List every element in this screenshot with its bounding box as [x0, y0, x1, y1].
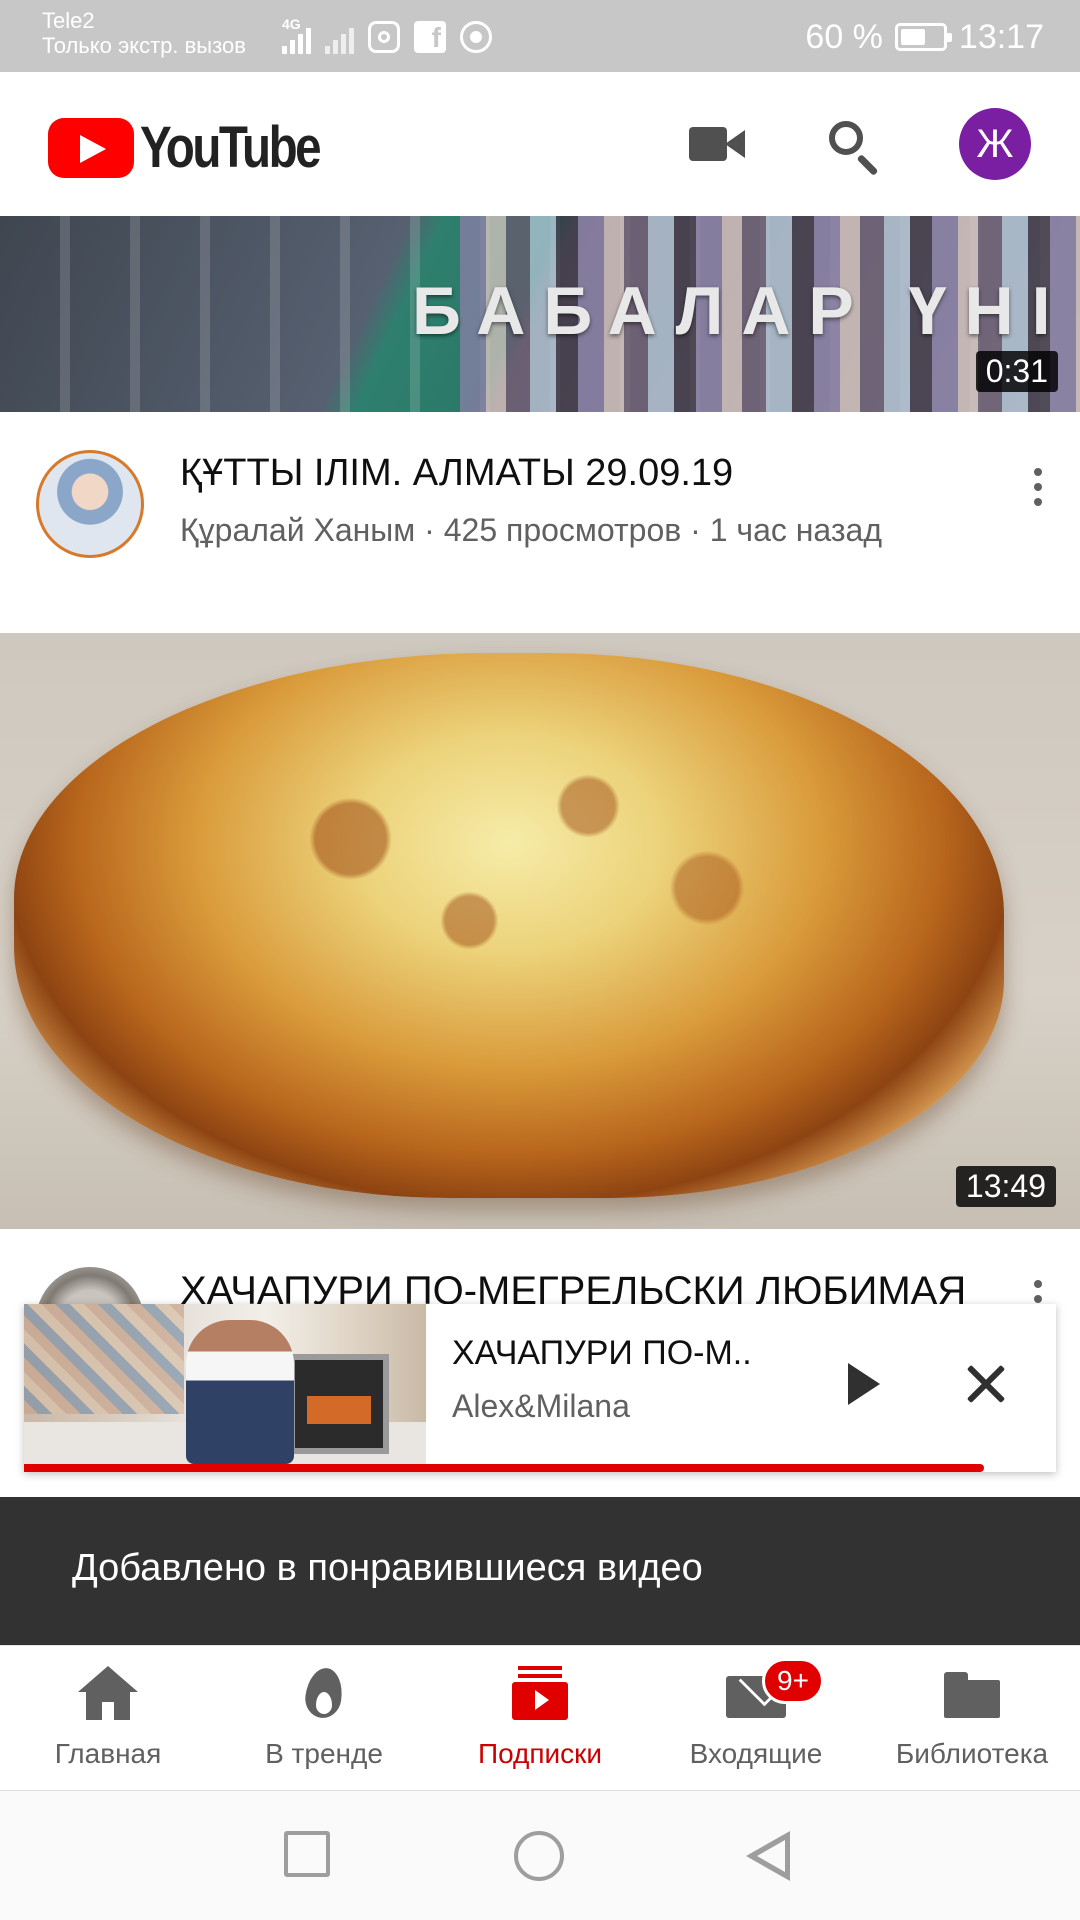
status-bar: Tele2 Только экстр. вызов 4G f 60 % 13:1…: [0, 0, 1080, 72]
recent-apps-icon[interactable]: [284, 1831, 330, 1877]
signal-4g-icon: 4G: [282, 16, 311, 54]
mini-player-channel: Alex&Milana: [452, 1388, 630, 1424]
video-duration: 0:31: [975, 351, 1058, 392]
back-icon[interactable]: [746, 1831, 796, 1881]
app-header: YouTube Ж: [0, 72, 1080, 216]
battery-icon: [894, 23, 952, 51]
account-avatar: Ж: [959, 108, 1031, 180]
carrier-info: Tele2 Только экстр. вызов: [42, 8, 246, 58]
close-icon[interactable]: [950, 1348, 1022, 1420]
youtube-logo[interactable]: YouTube: [48, 114, 358, 181]
mini-player-title: ХАЧАПУРИ ПО-М..: [452, 1334, 752, 1372]
video-subtitle: Құралай Ханым · 425 просмотров · 1 час н…: [180, 512, 882, 548]
mini-player-thumbnail[interactable]: [24, 1304, 426, 1464]
facebook-icon: f: [414, 21, 446, 53]
play-button[interactable]: [824, 1348, 896, 1420]
nav-label: Главная: [54, 1738, 162, 1769]
channel-avatar[interactable]: [36, 450, 144, 558]
video-thumbnail[interactable]: 13:49: [0, 633, 1080, 1229]
chrome-icon: [460, 21, 492, 53]
notification-badge: 9+: [762, 1658, 824, 1704]
home-button-icon[interactable]: [514, 1831, 564, 1881]
video-title: ҚҰТТЫ ІЛІМ. АЛМАТЫ 29.09.19: [180, 452, 734, 494]
video-title: ХАЧАПУРИ ПО-МЕГРЕЛЬСКИ ЛЮБИМАЯ: [180, 1269, 967, 1304]
upload-video-button[interactable]: [672, 108, 745, 180]
status-right: 60 % 13:17: [805, 14, 1044, 60]
nav-label: Входящие: [689, 1738, 823, 1769]
video-camera-icon: [689, 127, 745, 161]
nav-subscriptions[interactable]: Подписки: [432, 1646, 648, 1790]
more-options-icon[interactable]: [1020, 457, 1056, 517]
bottom-navigation: Главная В тренде Подписки 9+ Входящие Би…: [0, 1645, 1080, 1790]
search-icon: [829, 121, 863, 155]
video-meta[interactable]: ҚҰТТЫ ІЛІМ. АЛМАТЫ 29.09.19 Құралай Ханы…: [0, 412, 1080, 558]
nav-trending[interactable]: В тренде: [216, 1646, 432, 1790]
trending-icon: [292, 1666, 356, 1722]
status-icons: 4G f: [282, 14, 492, 60]
signal-no-service-icon: [325, 20, 354, 54]
nav-inbox[interactable]: 9+ Входящие: [648, 1646, 864, 1790]
nav-label: Подписки: [477, 1738, 603, 1769]
video-thumbnail[interactable]: БАБАЛАР ҮНІ 0:31: [0, 216, 1080, 412]
battery-percent: 60 %: [805, 17, 883, 56]
more-options-icon[interactable]: [1020, 1269, 1056, 1304]
video-meta[interactable]: ХАЧАПУРИ ПО-МЕГРЕЛЬСКИ ЛЮБИМАЯ: [0, 1229, 1080, 1304]
progress-fill: [24, 1464, 984, 1472]
nav-label: В тренде: [265, 1738, 383, 1769]
carrier-name: Tele2: [42, 8, 95, 33]
mini-player-progress: [24, 1464, 1056, 1472]
youtube-play-logo-icon: [48, 117, 134, 178]
channel-avatar[interactable]: [36, 1267, 144, 1304]
clock: 13:17: [958, 17, 1044, 56]
nav-library[interactable]: Библиотека: [864, 1646, 1080, 1790]
system-navigation-bar: [0, 1790, 1080, 1920]
home-icon: [76, 1666, 140, 1722]
snackbar: Добавлено в понравившиеся видео: [0, 1497, 1080, 1645]
search-button[interactable]: [816, 108, 888, 180]
instagram-icon: [368, 21, 400, 53]
nav-home[interactable]: Главная: [0, 1646, 216, 1790]
subscriptions-icon: [508, 1666, 572, 1722]
snackbar-message: Добавлено в понравившиеся видео: [72, 1547, 703, 1589]
play-icon: [848, 1363, 880, 1405]
emergency-calls-text: Только экстр. вызов: [42, 33, 246, 58]
mini-player[interactable]: ХАЧАПУРИ ПО-М.. Alex&Milana: [24, 1304, 1056, 1472]
video-duration: 13:49: [955, 1166, 1056, 1207]
thumbnail-overlay-text: БАБАЛАР ҮНІ: [412, 273, 1069, 349]
logo-text: YouTube: [140, 115, 322, 180]
thumbnail-image: [14, 653, 1004, 1198]
network-type: 4G: [282, 16, 301, 32]
nav-label: Библиотека: [895, 1738, 1049, 1769]
account-button[interactable]: Ж: [959, 108, 1031, 180]
library-icon: [940, 1666, 1004, 1722]
